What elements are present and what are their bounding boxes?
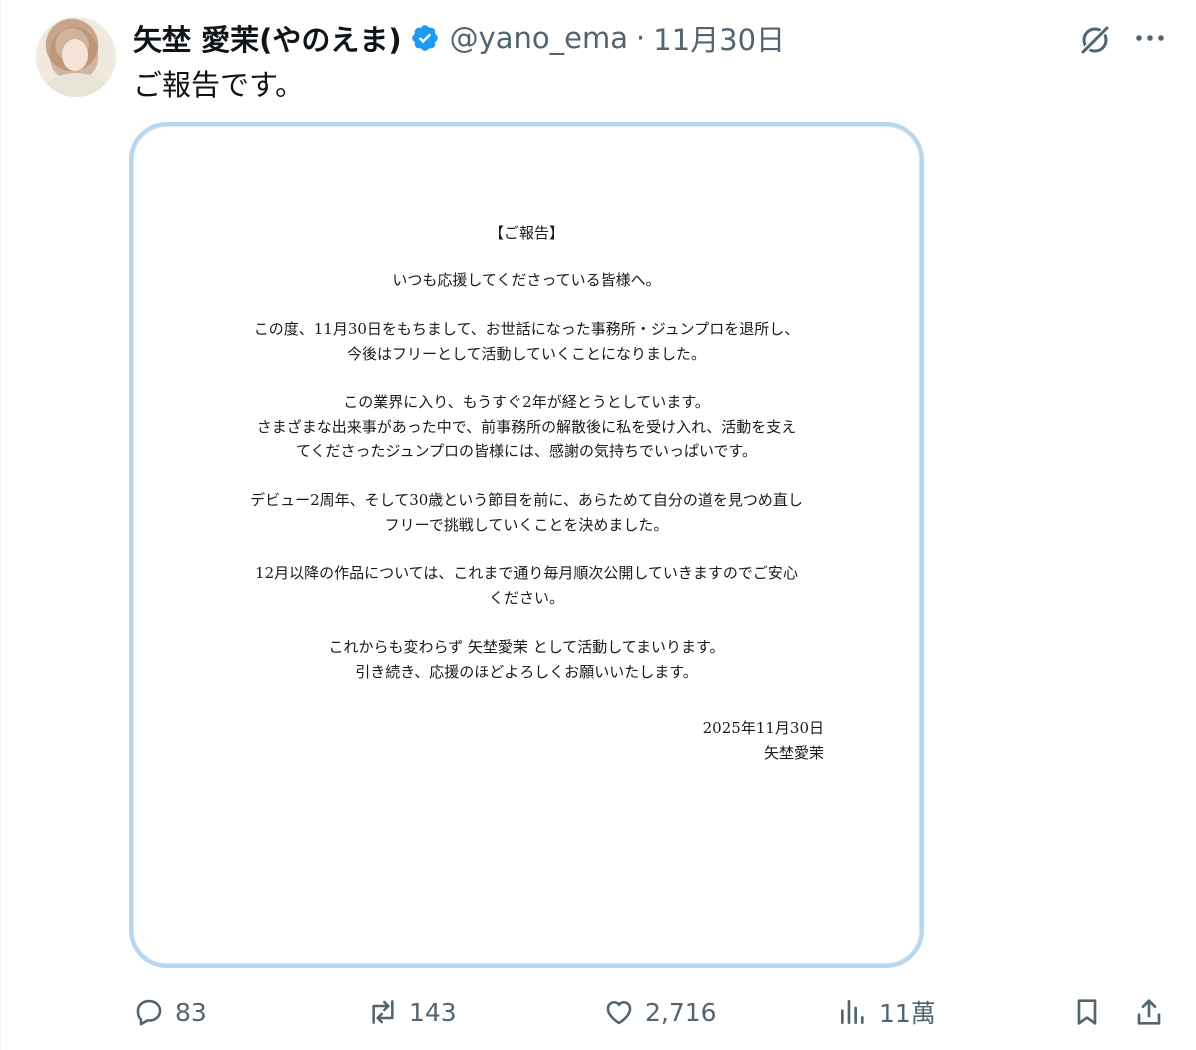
- user-handle[interactable]: @yano_ema: [450, 21, 628, 55]
- letter-greeting: いつも応援してくださっている皆様へ。: [221, 268, 832, 293]
- views-chart-icon: [841, 1000, 864, 1024]
- letter-line: 引き続き、応援のほどよろしくお願いいたします。: [355, 662, 698, 681]
- bookmark-icon: [1077, 999, 1097, 1025]
- letter-line: 今後はフリーとして活動していくことになりました。: [346, 344, 707, 363]
- like-button[interactable]: 2,716: [603, 990, 717, 1034]
- letter-paragraph-1: この度、11月30日をもちまして、お世話になった事務所・ジュンプロを退所し、 今…: [221, 317, 832, 366]
- letter-paragraph-4: 12月以降の作品については、これまで通り毎月順次公開していきますのでご安心 くだ…: [221, 561, 832, 610]
- letter-signature: 2025年11月30日 矢埜愛茉: [703, 716, 824, 765]
- share-button[interactable]: [1133, 990, 1165, 1034]
- avatar[interactable]: [36, 17, 116, 97]
- letter-line: これからも変わらず 矢埜愛茉 として活動してまいります。: [328, 638, 725, 656]
- share-icon: [1137, 999, 1161, 1025]
- letter-line: てくださったジュンプロの皆様には、感謝の気持ちでいっぱいです。: [295, 442, 758, 460]
- letter-line: 12月以降の作品については、これまで通り毎月順次公開していきますのでご安心: [255, 564, 798, 582]
- reply-icon: [136, 999, 162, 1026]
- tweet-date[interactable]: 11月30日: [653, 17, 785, 59]
- tweet-media-image[interactable]: 【ご報告】 いつも応援してくださっている皆様へ。 この度、11月30日をもちまし…: [129, 122, 924, 968]
- retweet-icon: [372, 1000, 394, 1024]
- retweet-button[interactable]: 143: [367, 990, 457, 1034]
- letter-line: ください。: [488, 588, 564, 607]
- avatar-body: [44, 73, 108, 97]
- grok-icon[interactable]: [1077, 22, 1113, 58]
- letter-title: 【ご報告】: [488, 224, 564, 242]
- tweet-header: 矢埜 愛茉(やのえま) @yano_ema · 11月30日: [133, 18, 785, 58]
- letter-line: いつも応援してくださっている皆様へ。: [392, 271, 661, 289]
- retweet-count: 143: [409, 997, 457, 1027]
- bookmark-button[interactable]: [1071, 990, 1103, 1034]
- letter-paragraph-3: デビュー2周年、そして30歳という節目を前に、あらためて自分の道を見つめ直し フ…: [221, 488, 832, 537]
- separator-dot: ·: [636, 21, 646, 55]
- display-name[interactable]: 矢埜 愛茉(やのえま): [133, 17, 402, 59]
- more-options-icon[interactable]: [1133, 26, 1167, 50]
- avatar-face: [62, 39, 88, 71]
- letter-line: この度、11月30日をもちまして、お世話になった事務所・ジュンプロを退所し、: [253, 320, 800, 338]
- heart-icon: [606, 1001, 632, 1025]
- reply-button[interactable]: 83: [133, 990, 207, 1034]
- tweet-actions-bar: 83 143 2,716 11萬: [1, 990, 1196, 1034]
- signature-date: 2025年11月30日: [702, 719, 824, 737]
- verified-badge-icon[interactable]: [410, 23, 440, 53]
- letter-paragraph-2: この業界に入り、もうすぐ2年が経とうとしています。 さまざまな出来事があった中で…: [221, 390, 832, 464]
- reply-count: 83: [175, 997, 207, 1027]
- announcement-letter: 【ご報告】 いつも応援してくださっている皆様へ。 この度、11月30日をもちまし…: [133, 126, 920, 964]
- like-count: 2,716: [645, 997, 717, 1027]
- letter-line: さまざまな出来事があった中で、前事務所の解散後に私を受け入れ、活動を支え: [256, 417, 797, 436]
- tweet-text: ご報告です。: [133, 68, 305, 102]
- letter-line: デビュー2周年、そして30歳という節目を前に、あらためて自分の道を見つめ直し: [250, 491, 803, 509]
- tweet[interactable]: 矢埜 愛茉(やのえま) @yano_ema · 11月30日 ご報告です。 【ご…: [0, 0, 1196, 1050]
- signature-name: 矢埜愛茉: [763, 743, 824, 762]
- letter-line: この業界に入り、もうすぐ2年が経とうとしています。: [343, 393, 710, 411]
- views-button[interactable]: 11萬: [837, 990, 936, 1034]
- letter-line: フリーで挑戦していくことを決めました。: [384, 515, 669, 534]
- views-count: 11萬: [879, 999, 936, 1028]
- letter-paragraph-5: これからも変わらず 矢埜愛茉 として活動してまいります。 引き続き、応援のほどよ…: [221, 635, 832, 684]
